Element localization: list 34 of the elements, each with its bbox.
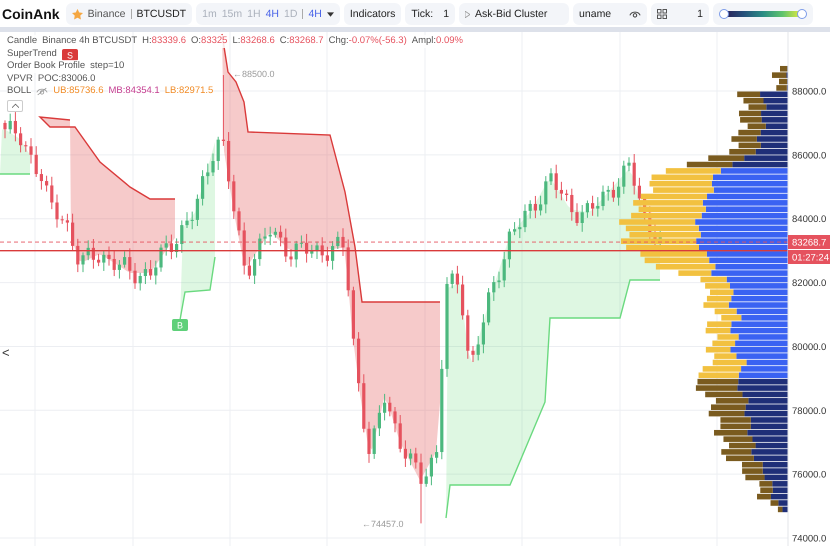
indicator-value: MB:84354.1 (108, 85, 160, 98)
tick-label: Tick: (411, 8, 434, 20)
indicator-value: Chg:-0.07%(-56.3) (328, 35, 407, 48)
countdown-tag: 01:27:24 (788, 250, 830, 264)
logo[interactable]: CoinAnk (2, 6, 60, 22)
symbol-label[interactable]: BTCUSDT (136, 8, 186, 20)
price-axis-label: 78000.0 (792, 406, 826, 417)
indicator-params: POC:83006.0 (38, 72, 96, 85)
price-axis-label: 86000.0 (792, 150, 826, 162)
indicator-value: Ampl:0.09% (412, 35, 463, 48)
price-axis-label: 80000.0 (792, 342, 826, 353)
price-axis-label: 74000.0 (792, 534, 826, 545)
layout-count[interactable]: 1 (697, 8, 703, 20)
price-axis-label: 82000.0 (792, 278, 826, 290)
timeframe-dropdown[interactable]: 4H (308, 8, 322, 20)
low-price-label: ←74457.0 (362, 519, 404, 529)
indicator-name[interactable]: Order Book Profile (7, 60, 86, 72)
high-price-label: ←88500.0 (233, 69, 275, 79)
indicator-name[interactable]: SuperTrend (7, 48, 57, 60)
sell-marker: S (62, 49, 78, 61)
indicator-name[interactable]: Candle (7, 35, 38, 48)
indicator-params: step=10 (90, 60, 124, 72)
price-axis-label: 88000.0 (792, 86, 826, 98)
last-price-tag: 83268.7 (788, 235, 830, 249)
price-axis-label: 84000.0 (792, 214, 826, 226)
tick-value[interactable]: 1 (443, 8, 450, 20)
timeframe-tab[interactable]: 4H (266, 8, 280, 20)
indicator-params: Binance 4h BTCUSDT (42, 35, 138, 48)
buy-marker: B (172, 319, 188, 331)
price-axis-label: 76000.0 (792, 470, 826, 481)
indicators-button[interactable]: Indicators (344, 3, 402, 25)
indicator-value: O:83325 (191, 35, 228, 48)
exchange-label: Binance (88, 8, 126, 20)
back-arrow-button[interactable]: < (0, 345, 12, 360)
